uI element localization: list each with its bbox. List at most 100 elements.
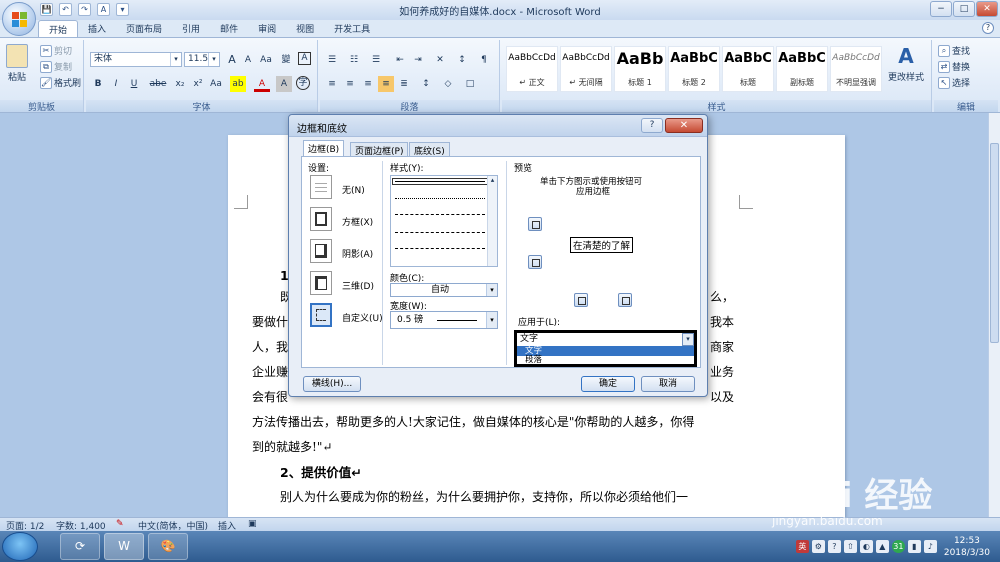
style-no-spacing[interactable]: AaBbCcDd ↵ 无间隔 (560, 46, 612, 92)
bullets-button[interactable]: ☰ (324, 52, 340, 68)
preview-sample-text[interactable]: 在清楚的了解 (570, 237, 634, 253)
char-border-button[interactable]: A (298, 52, 311, 65)
tray-icon[interactable]: ? (827, 540, 841, 553)
right-border-button[interactable] (618, 293, 632, 307)
dialog-close-button[interactable]: ✕ (665, 118, 703, 133)
line-style-dotted[interactable] (395, 198, 485, 199)
show-marks-button[interactable]: ¶ (476, 52, 492, 68)
network-icon[interactable]: ▮ (907, 540, 921, 553)
tray-icon[interactable]: ⇧ (843, 540, 857, 553)
close-button[interactable]: ✕ (976, 1, 998, 17)
setting-box-label[interactable]: 方框(X) (342, 215, 373, 228)
apply-option-paragraph[interactable]: 段落 (517, 355, 694, 365)
setting-none-icon[interactable] (310, 175, 332, 199)
bottom-border-button[interactable] (528, 255, 542, 269)
phonetic-button[interactable]: 變 (278, 52, 294, 68)
line-style-dash-dot[interactable] (395, 248, 485, 249)
setting-3d-label[interactable]: 三维(D) (342, 279, 374, 292)
setting-3d-icon[interactable] (310, 271, 332, 295)
style-heading-2[interactable]: AaBbC 标题 2 (668, 46, 720, 92)
decrease-indent-button[interactable]: ⇤ (392, 52, 408, 68)
shrink-font-button[interactable]: A (240, 52, 256, 68)
tray-icon[interactable]: ◐ (859, 540, 873, 553)
style-title[interactable]: AaBbC 标题 (722, 46, 774, 92)
tab-review[interactable]: 审阅 (248, 20, 286, 38)
borders-button[interactable]: □ (462, 76, 478, 92)
align-center-button[interactable]: ≡ (342, 76, 358, 92)
minimize-button[interactable]: − (930, 1, 952, 17)
maximize-button[interactable]: □ (953, 1, 975, 17)
taskbar-browser[interactable]: ⟳ (60, 533, 100, 560)
line-style-dashed-small[interactable] (395, 214, 485, 215)
tab-page-layout[interactable]: 页面布局 (116, 20, 172, 38)
chevron-down-icon[interactable]: ▾ (486, 284, 497, 296)
style-subtle-emphasis[interactable]: AaBbCcDd 不明显强调 (830, 46, 882, 92)
italic-button[interactable]: I (108, 76, 124, 92)
replace-button[interactable]: ⇄ 替换 (938, 60, 970, 73)
setting-custom-icon[interactable] (310, 303, 332, 327)
horizontal-line-button[interactable]: 横线(H)... (303, 376, 361, 392)
setting-none-label[interactable]: 无(N) (342, 183, 365, 196)
style-subtitle[interactable]: AaBbC 副标题 (776, 46, 828, 92)
start-button[interactable] (2, 532, 38, 561)
setting-shadow-label[interactable]: 阴影(A) (342, 247, 373, 260)
color-combo[interactable]: 自动 ▾ (390, 283, 498, 297)
dialog-title-bar[interactable]: 边框和底纹 ? ✕ (289, 115, 707, 137)
justify-button[interactable]: ≡ (378, 76, 394, 92)
align-left-button[interactable]: ≡ (324, 76, 340, 92)
tab-view[interactable]: 视图 (286, 20, 324, 38)
tab-developer[interactable]: 开发工具 (324, 20, 380, 38)
chinese-layout-button[interactable]: ✕ (432, 52, 448, 68)
line-style-solid[interactable] (392, 178, 488, 185)
clock[interactable]: 12:53 2018/3/30 (944, 535, 990, 559)
taskbar-paint[interactable]: 🎨 (148, 533, 188, 560)
cut-button[interactable]: ✂ 剪切 (40, 44, 72, 57)
select-button[interactable]: ↖ 选择 (938, 76, 970, 89)
tray-icon[interactable]: ⚙ (811, 540, 825, 553)
enclose-char-button[interactable]: 字 (296, 76, 310, 90)
highlight-button[interactable]: ab (230, 76, 246, 92)
scrollbar-thumb[interactable] (990, 143, 999, 343)
numbering-button[interactable]: ☷ (346, 52, 362, 68)
macro-icon[interactable]: ▣ (248, 519, 257, 529)
volume-icon[interactable]: ♪ (923, 540, 937, 553)
taskbar-word[interactable]: W (104, 533, 144, 560)
tab-mailings[interactable]: 邮件 (210, 20, 248, 38)
tab-insert[interactable]: 插入 (78, 20, 116, 38)
font-name-combo[interactable]: 宋体 ▾ (90, 52, 182, 67)
left-border-button[interactable] (574, 293, 588, 307)
style-normal[interactable]: AaBbCcDd ↵ 正文 (506, 46, 558, 92)
change-styles-button[interactable]: A 更改样式 (888, 44, 924, 83)
cancel-button[interactable]: 取消 (641, 376, 695, 392)
tab-shading[interactable]: 底纹(S) (409, 142, 450, 157)
apply-to-selected[interactable]: 文字 (517, 333, 681, 346)
apply-to-dropdown[interactable]: 文字 ▾ 文字 段落 (514, 330, 697, 367)
chevron-down-icon[interactable]: ▾ (486, 312, 497, 328)
line-style-dashed[interactable] (395, 232, 485, 233)
chevron-down-icon[interactable]: ▾ (682, 333, 694, 346)
tab-page-border[interactable]: 页面边框(P) (350, 142, 409, 157)
grow-font-button[interactable]: A (224, 52, 240, 68)
distributed-button[interactable]: ≣ (396, 76, 412, 92)
shading-button[interactable]: ◇ (440, 76, 456, 92)
tab-home[interactable]: 开始 (38, 20, 79, 38)
font-size-combo[interactable]: 11.5 ▾ (184, 52, 220, 67)
char-shading-button[interactable]: A (276, 76, 292, 92)
align-right-button[interactable]: ≡ (360, 76, 376, 92)
help-icon[interactable]: ? (982, 22, 994, 34)
top-border-button[interactable] (528, 217, 542, 231)
setting-custom-label[interactable]: 自定义(U) (342, 311, 383, 324)
tray-icon[interactable]: ▲ (875, 540, 889, 553)
line-style-list[interactable]: ▴ (390, 175, 498, 267)
setting-box-icon[interactable] (310, 207, 332, 231)
superscript-button[interactable]: x² (190, 76, 206, 92)
style-list-scrollbar[interactable]: ▴ (487, 176, 497, 266)
underline-button[interactable]: U (126, 76, 142, 92)
paste-button[interactable]: 粘贴 (6, 44, 28, 83)
change-case-button[interactable]: Aa (208, 76, 224, 92)
chevron-down-icon[interactable]: ▾ (170, 53, 181, 66)
vertical-scrollbar[interactable] (988, 113, 1000, 517)
ok-button[interactable]: 确定 (581, 376, 635, 392)
copy-button[interactable]: ⧉ 复制 (40, 60, 72, 73)
multilevel-list-button[interactable]: ☰ (368, 52, 384, 68)
